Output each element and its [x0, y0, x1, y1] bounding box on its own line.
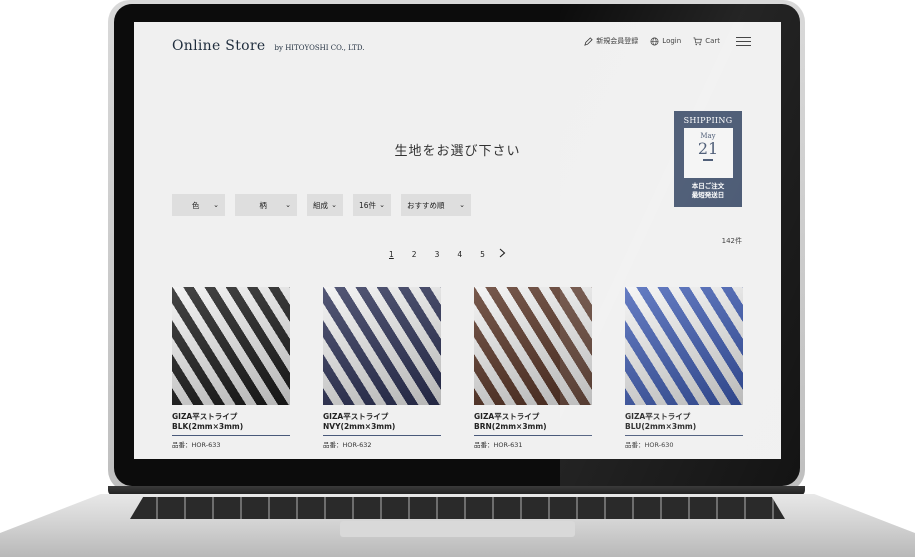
page-1-link[interactable]: 1 [389, 250, 394, 259]
product-divider [323, 435, 441, 436]
filter-color[interactable]: 色 ⌄ [172, 194, 225, 216]
page-5-link[interactable]: 5 [480, 250, 485, 259]
product-name[interactable]: GIZA平ストライプ BLU(2mm×3mm) [625, 412, 743, 432]
shipping-note-line2: 最短発送日 [691, 191, 725, 199]
filter-label: 16件 [359, 200, 377, 210]
chevron-down-icon: ⌄ [331, 201, 337, 209]
chevron-right-icon[interactable] [499, 248, 506, 261]
product-name-line1: GIZA平ストライプ [323, 412, 389, 421]
shipping-note: 本日ご注文 最短発送日 [674, 182, 742, 200]
fabric-swatch-image[interactable] [323, 287, 441, 405]
top-nav: 新規会員登録 Login Cart [584, 36, 751, 46]
product-code: 品番：HOR-633 [172, 441, 221, 449]
login-label: Login [662, 37, 682, 45]
product-name[interactable]: GIZA平ストライプ NVY(2mm×3mm) [323, 412, 441, 432]
product-divider [172, 435, 290, 436]
register-label: 新規会員登録 [596, 37, 639, 45]
product-card[interactable]: GIZA平ストライプ NVY(2mm×3mm) 品番：HOR-632 [323, 287, 441, 450]
shipping-title: SHIPPIING [683, 116, 733, 125]
page-title: 生地をお選び下さい [394, 144, 521, 159]
cart-icon [693, 37, 702, 45]
page-4-link[interactable]: 4 [457, 250, 462, 259]
brand-sub: by HITOYOSHI CO., LTD. [274, 44, 365, 52]
product-name-line1: GIZA平ストライプ [172, 412, 238, 421]
product-card[interactable]: GIZA平ストライプ BLU(2mm×3mm) 品番：HOR-630 [625, 287, 743, 450]
shipping-date-badge: SHIPPIING May 21 本日ご注文 最短発送日 [674, 111, 742, 207]
filter-sort[interactable]: おすすめ順 ⌄ [401, 194, 471, 216]
product-divider [625, 435, 743, 436]
product-name-line1: GIZA平ストライプ [474, 412, 540, 421]
chevron-down-icon: ⌄ [285, 201, 291, 209]
product-code: 品番：HOR-631 [474, 441, 523, 449]
product-name-line1: GIZA平ストライプ [625, 412, 691, 421]
product-divider [474, 435, 592, 436]
product-name[interactable]: GIZA平ストライプ BRN(2mm×3mm) [474, 412, 592, 432]
filter-pattern[interactable]: 柄 ⌄ [235, 194, 297, 216]
product-name-line2: BRN(2mm×3mm) [474, 422, 547, 431]
laptop-trackpad [340, 521, 575, 537]
filter-label: 色 [191, 200, 200, 210]
cart-link[interactable]: Cart [693, 37, 720, 46]
page-3-link[interactable]: 3 [435, 250, 440, 259]
product-name[interactable]: GIZA平ストライプ BLK(2mm×3mm) [172, 412, 290, 432]
globe-icon [650, 37, 659, 45]
chevron-down-icon: ⌄ [459, 201, 465, 209]
cart-label: Cart [705, 37, 720, 45]
pencil-icon [584, 36, 593, 46]
brand-name: Online Store [172, 38, 266, 54]
filter-label: おすすめ順 [407, 200, 445, 210]
filter-per-page[interactable]: 16件 ⌄ [353, 194, 391, 216]
result-count: 142件 [721, 237, 742, 245]
product-code: 品番：HOR-630 [625, 441, 674, 449]
chevron-down-icon: ⌄ [379, 201, 385, 209]
product-grid: GIZA平ストライプ BLK(2mm×3mm) 品番：HOR-633 GIZA平… [172, 287, 743, 450]
product-name-line2: NVY(2mm×3mm) [323, 422, 396, 431]
shipping-note-line1: 本日ご注文 [691, 182, 725, 190]
chevron-down-icon: ⌄ [213, 201, 219, 209]
fabric-swatch-image[interactable] [474, 287, 592, 405]
product-card[interactable]: GIZA平ストライプ BLK(2mm×3mm) 品番：HOR-633 [172, 287, 290, 450]
product-name-line2: BLU(2mm×3mm) [625, 422, 697, 431]
store-logo[interactable]: Online Store by HITOYOSHI CO., LTD. [172, 35, 364, 54]
product-card[interactable]: GIZA平ストライプ BRN(2mm×3mm) 品番：HOR-631 [474, 287, 592, 450]
filter-composition[interactable]: 組成 ⌄ [307, 194, 343, 216]
product-code: 品番：HOR-632 [323, 441, 372, 449]
filter-label: 柄 [259, 200, 267, 210]
page-2-link[interactable]: 2 [412, 250, 417, 259]
filter-bar: 色 ⌄ 柄 ⌄ 組成 ⌄ 16件 ⌄ おすすめ順 ⌄ [172, 194, 471, 216]
browser-screen: Online Store by HITOYOSHI CO., LTD. 新規会員… [134, 22, 781, 459]
pagination: 1 2 3 4 5 [389, 248, 506, 261]
register-link[interactable]: 新規会員登録 [584, 36, 638, 46]
login-link[interactable]: Login [650, 37, 681, 46]
fabric-swatch-image[interactable] [625, 287, 743, 405]
laptop-keyboard [130, 497, 785, 519]
fabric-swatch-image[interactable] [172, 287, 290, 405]
hamburger-menu-icon[interactable] [736, 36, 751, 46]
filter-label: 組成 [313, 200, 328, 210]
product-name-line2: BLK(2mm×3mm) [172, 422, 244, 431]
